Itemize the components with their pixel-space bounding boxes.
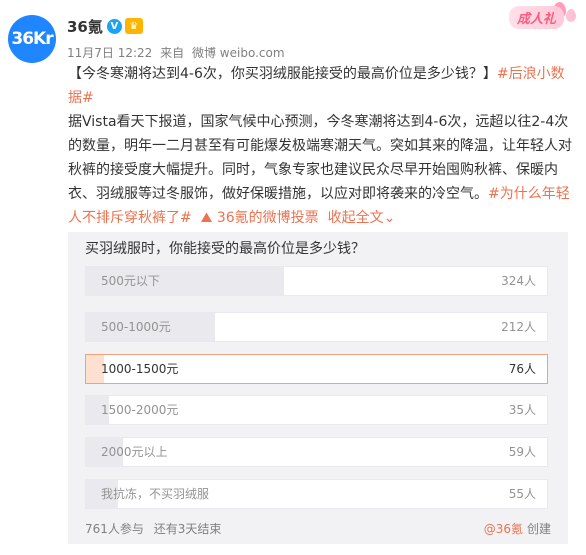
poll-option-count: 212人	[501, 320, 536, 334]
poll-creator-link[interactable]: @36氪	[484, 522, 523, 536]
collapse-chevron-icon[interactable]: ⌄	[384, 210, 396, 226]
post-source[interactable]: 微博 weibo.com	[192, 46, 285, 60]
poll-option-label: 500元以下	[101, 274, 160, 288]
vote-link[interactable]: 36氪的微博投票	[217, 210, 319, 226]
poll-participants: 761人参与	[85, 522, 144, 536]
poll-option-label: 1000-1500元	[101, 362, 179, 376]
poll-option-count: 76人	[508, 362, 536, 376]
author-name[interactable]: 36氪	[67, 16, 103, 37]
post-headline: 【今冬寒潮将达到4-6次，你买羽绒服能接受的最高价位是多少钱？】	[68, 66, 497, 82]
poll-created-label: 创建	[526, 522, 551, 536]
post-from-label: 来自	[160, 46, 185, 60]
poll-option-count: 55人	[508, 487, 536, 501]
poll-option[interactable]: 1500-2000元 35人	[85, 395, 548, 425]
author-row: 36氪 V ♛	[67, 14, 143, 38]
poll-option-count: 59人	[508, 445, 536, 459]
poll-option[interactable]: 我抗冻，不买羽绒服 55人	[85, 479, 548, 509]
post-date[interactable]: 11月7日 12:22	[67, 46, 152, 60]
post-text: 【今冬寒潮将达到4-6次，你买羽绒服能接受的最高价位是多少钱？】#后浪小数据# 据…	[68, 62, 574, 230]
avatar[interactable]: 36Kr	[8, 15, 56, 63]
poll-option[interactable]: 2000元以上 59人	[85, 437, 548, 467]
member-badge-icon: ♛	[124, 18, 143, 34]
poll-option-label: 我抗冻，不买羽绒服	[101, 487, 210, 501]
poll-option-count: 324人	[501, 274, 536, 288]
poll-option-label: 500-1000元	[101, 320, 171, 334]
poll-question: 买羽绒服时，你能接受的最高价位是多少钱？	[85, 241, 365, 257]
poll-remaining: 还有3天结束	[153, 522, 222, 536]
poll-card: 买羽绒服时，你能接受的最高价位是多少钱？ 500元以下 324人 500-100…	[68, 232, 568, 544]
poll-option-selected[interactable]: 1000-1500元 76人	[85, 354, 548, 384]
verified-badge-icon: V	[106, 18, 122, 34]
poll-option-count: 35人	[508, 403, 536, 417]
poll-option-label: 1500-2000元	[101, 403, 179, 417]
post-meta: 11月7日 12:22 来自 微博 weibo.com	[67, 44, 289, 61]
poll-option[interactable]: 500-1000元 212人	[85, 312, 548, 342]
poll-option[interactable]: 500元以下 324人	[85, 266, 548, 296]
vote-link-icon: ⛰︎	[200, 210, 213, 226]
promo-badge[interactable]: 成人礼	[508, 6, 564, 29]
poll-creator: @36氪 创建	[484, 520, 551, 537]
balloon-icon-small	[566, 9, 576, 22]
poll-option-label: 2000元以上	[101, 445, 168, 459]
collapse-text-link[interactable]: 收起全文	[328, 210, 384, 226]
poll-stats: 761人参与 还有3天结束	[85, 520, 227, 537]
